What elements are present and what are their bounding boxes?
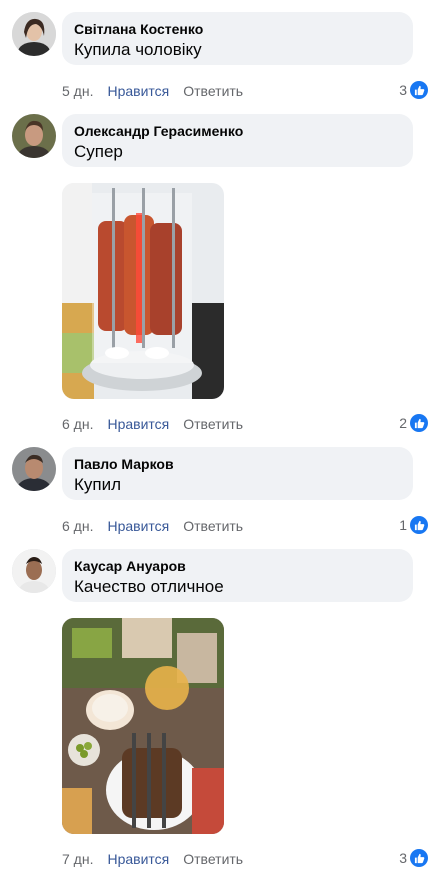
comment-author[interactable]: Олександр Герасименко bbox=[74, 122, 401, 140]
like-button[interactable]: Нравится bbox=[107, 851, 169, 867]
comment-actions: 6 дн. Нравится Ответить bbox=[62, 415, 257, 433]
comment-author[interactable]: Світлана Костенко bbox=[74, 20, 401, 38]
comment-time[interactable]: 6 дн. bbox=[62, 416, 93, 432]
reaction-count[interactable]: 2 bbox=[399, 414, 428, 432]
comment-text: Купил bbox=[74, 475, 122, 494]
reply-button[interactable]: Ответить bbox=[183, 851, 243, 867]
comment-photo[interactable] bbox=[62, 183, 224, 399]
comment-photo[interactable] bbox=[62, 618, 224, 834]
avatar[interactable] bbox=[12, 549, 56, 593]
reaction-count[interactable]: 3 bbox=[399, 81, 428, 99]
thumbs-up-icon bbox=[410, 414, 428, 432]
reaction-count-value: 3 bbox=[399, 82, 407, 98]
like-button[interactable]: Нравится bbox=[107, 518, 169, 534]
comment-actions: 6 дн. Нравится Ответить bbox=[62, 517, 257, 535]
comment-text: Купила чоловіку bbox=[74, 40, 202, 59]
comment-text: Качество отличное bbox=[74, 577, 224, 596]
reaction-count-value: 2 bbox=[399, 415, 407, 431]
avatar[interactable] bbox=[12, 12, 56, 56]
comment-author[interactable]: Каусар Ануаров bbox=[74, 557, 401, 575]
comment-author[interactable]: Павло Марков bbox=[74, 455, 401, 473]
thumbs-up-icon bbox=[410, 849, 428, 867]
reply-button[interactable]: Ответить bbox=[183, 416, 243, 432]
avatar[interactable] bbox=[12, 114, 56, 158]
like-button[interactable]: Нравится bbox=[107, 416, 169, 432]
comment-text: Супер bbox=[74, 142, 123, 161]
comment-time[interactable]: 6 дн. bbox=[62, 518, 93, 534]
comment-bubble: Світлана Костенко Купила чоловіку bbox=[62, 12, 413, 65]
comment-actions: 5 дн. Нравится Ответить bbox=[62, 82, 257, 100]
comment-time[interactable]: 5 дн. bbox=[62, 83, 93, 99]
reaction-count[interactable]: 1 bbox=[399, 516, 428, 534]
comment-bubble: Павло Марков Купил bbox=[62, 447, 413, 500]
reaction-count-value: 1 bbox=[399, 517, 407, 533]
thumbs-up-icon bbox=[410, 81, 428, 99]
like-button[interactable]: Нравится bbox=[107, 83, 169, 99]
comment-time[interactable]: 7 дн. bbox=[62, 851, 93, 867]
comment-actions: 7 дн. Нравится Ответить bbox=[62, 850, 257, 868]
reaction-count-value: 3 bbox=[399, 850, 407, 866]
reaction-count[interactable]: 3 bbox=[399, 849, 428, 867]
avatar[interactable] bbox=[12, 447, 56, 491]
thumbs-up-icon bbox=[410, 516, 428, 534]
reply-button[interactable]: Ответить bbox=[183, 83, 243, 99]
comment-bubble: Каусар Ануаров Качество отличное bbox=[62, 549, 413, 602]
reply-button[interactable]: Ответить bbox=[183, 518, 243, 534]
comment-bubble: Олександр Герасименко Супер bbox=[62, 114, 413, 167]
